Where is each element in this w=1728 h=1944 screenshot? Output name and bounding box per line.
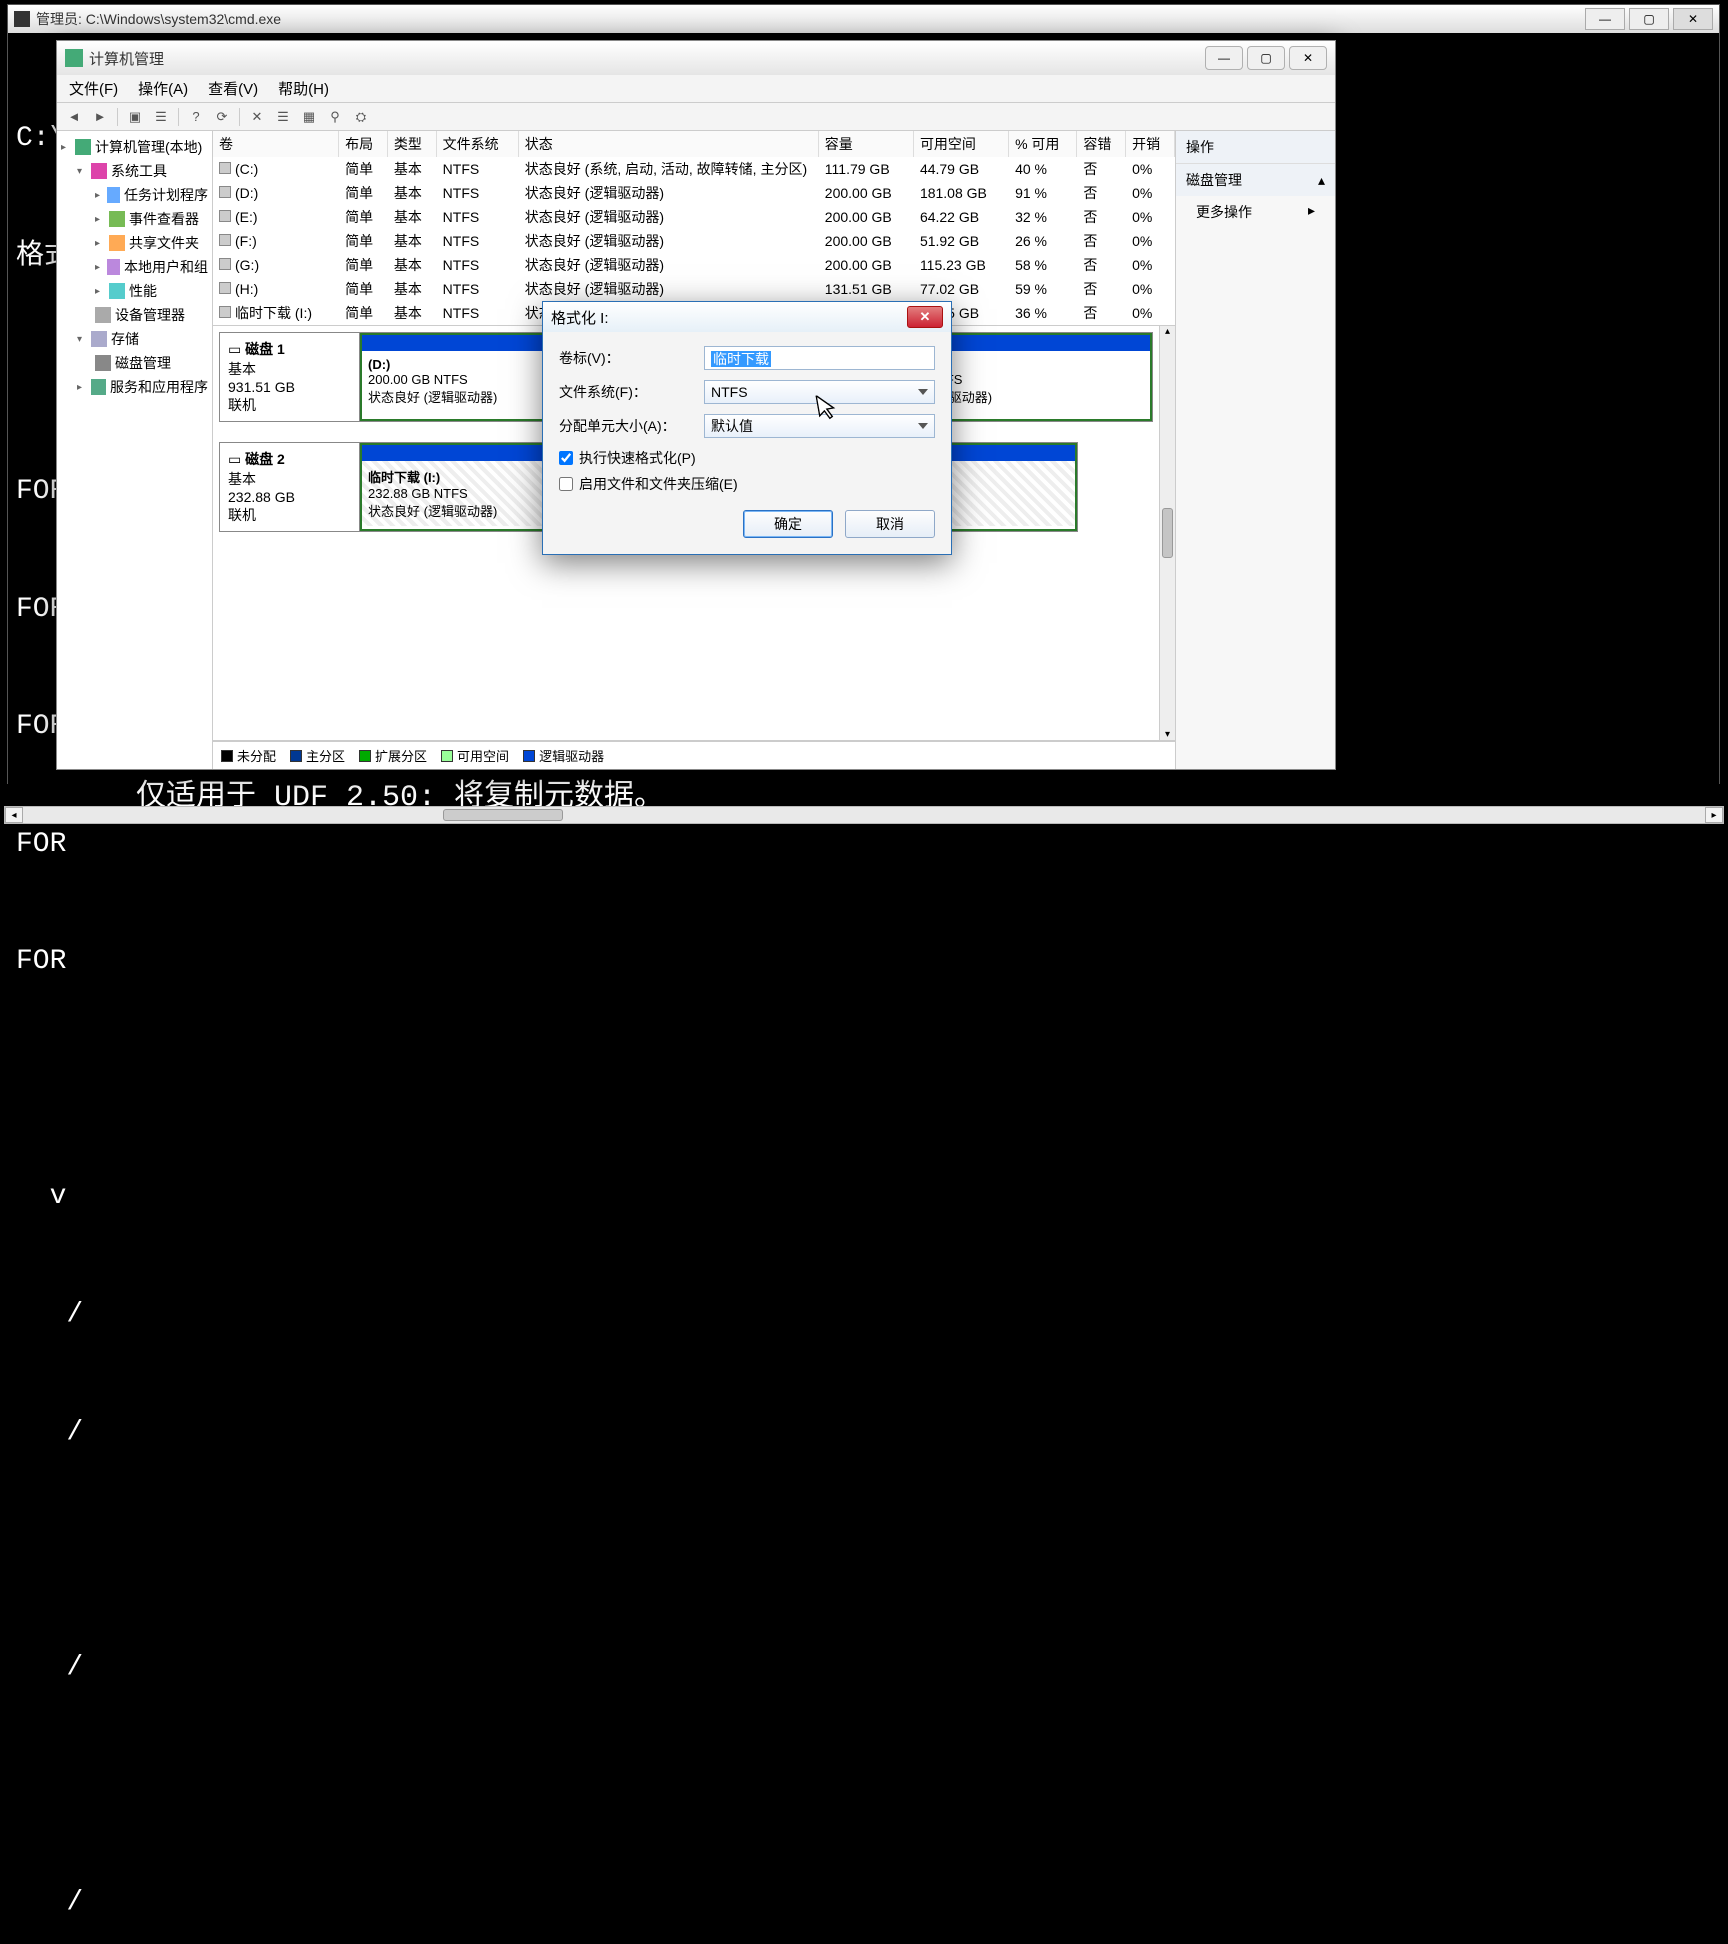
cmd-titlebar: 管理员: C:\Windows\system32\cmd.exe — ▢ ✕ [8, 5, 1719, 33]
settings-icon[interactable]: ⛭ [350, 106, 372, 128]
tree-storage[interactable]: ▾存储 [57, 327, 212, 351]
chevron-down-icon [918, 423, 928, 429]
tree-local-users[interactable]: ▸本地用户和组 [57, 255, 212, 279]
col-fault[interactable]: 容错 [1077, 131, 1126, 157]
diskpane-scrollbar[interactable]: ▴ ▾ [1159, 326, 1175, 740]
back-icon[interactable]: ◄ [63, 106, 85, 128]
menu-view[interactable]: 查看(V) [204, 76, 262, 101]
mgmt-close-button[interactable]: ✕ [1289, 46, 1327, 70]
close-button[interactable]: ✕ [1673, 8, 1713, 30]
toolbar: ◄ ► ▣ ☰ ? ⟳ ✕ ☰ ▦ ⚲ ⛭ [57, 103, 1335, 131]
mgmt-minimize-button[interactable]: — [1205, 46, 1243, 70]
outer-horizontal-scrollbar[interactable]: ◂ ▸ [4, 806, 1724, 824]
col-capacity[interactable]: 容量 [818, 131, 913, 157]
find-icon[interactable]: ⚲ [324, 106, 346, 128]
tree-device-manager[interactable]: 设备管理器 [57, 303, 212, 327]
table-row[interactable]: (D:)简单基本NTFS状态良好 (逻辑驱动器)200.00 GB181.08 … [213, 181, 1175, 205]
chevron-down-icon [918, 389, 928, 395]
disk2-label: ▭ 磁盘 2 基本 232.88 GB 联机 [220, 443, 360, 531]
maximize-button[interactable]: ▢ [1629, 8, 1669, 30]
filesystem-select[interactable]: NTFS [704, 380, 935, 404]
delete-icon[interactable]: ✕ [246, 106, 268, 128]
legend: 未分配 主分区 扩展分区 可用空间 逻辑驱动器 [213, 741, 1175, 769]
label-volume: 卷标(V)： [559, 348, 704, 368]
mgmt-title: 计算机管理 [89, 48, 1201, 69]
mgmt-app-icon [65, 49, 83, 67]
menubar: 文件(F) 操作(A) 查看(V) 帮助(H) [57, 75, 1335, 103]
col-fs[interactable]: 文件系统 [436, 131, 518, 157]
col-volume[interactable]: 卷 [213, 131, 339, 157]
compression-checkbox[interactable]: 启用文件和文件夹压缩(E) [559, 474, 935, 494]
dialog-close-button[interactable]: ✕ [907, 306, 943, 328]
col-layout[interactable]: 布局 [339, 131, 388, 157]
view-icon[interactable]: ▦ [298, 106, 320, 128]
properties-icon[interactable]: ☰ [150, 106, 172, 128]
forward-icon[interactable]: ► [89, 106, 111, 128]
table-row[interactable]: (F:)简单基本NTFS状态良好 (逻辑驱动器)200.00 GB51.92 G… [213, 229, 1175, 253]
chevron-right-icon: ▸ [1308, 202, 1315, 222]
menu-help[interactable]: 帮助(H) [274, 76, 333, 101]
cmd-title: 管理员: C:\Windows\system32\cmd.exe [36, 9, 1581, 29]
collapse-icon: ▴ [1318, 172, 1325, 189]
dialog-titlebar[interactable]: 格式化 I: ✕ [543, 302, 951, 332]
refresh-icon[interactable]: ⟳ [211, 106, 233, 128]
cmd-icon [14, 11, 30, 27]
actions-more[interactable]: 更多操作▸ [1176, 196, 1335, 228]
scroll-thumb[interactable] [443, 809, 563, 821]
quick-format-input[interactable] [559, 451, 573, 465]
tree-disk-management[interactable]: 磁盘管理 [57, 351, 212, 375]
label-allocation: 分配单元大小(A)： [559, 416, 704, 436]
up-icon[interactable]: ▣ [124, 106, 146, 128]
tree-performance[interactable]: ▸性能 [57, 279, 212, 303]
col-status[interactable]: 状态 [518, 131, 818, 157]
help-icon[interactable]: ? [185, 106, 207, 128]
mgmt-titlebar[interactable]: 计算机管理 — ▢ ✕ [57, 41, 1335, 75]
minimize-button[interactable]: — [1585, 8, 1625, 30]
col-overhead[interactable]: 开销 [1126, 131, 1175, 157]
col-pct-free[interactable]: % 可用 [1009, 131, 1077, 157]
volume-label-input[interactable]: 临时下载 [704, 346, 935, 370]
disk1-label: ▭ 磁盘 1 基本 931.51 GB 联机 [220, 333, 360, 421]
label-filesystem: 文件系统(F)： [559, 382, 704, 402]
allocation-select[interactable]: 默认值 [704, 414, 935, 438]
tree-system-tools[interactable]: ▾系统工具 [57, 159, 212, 183]
scroll-right-icon[interactable]: ▸ [1705, 807, 1723, 823]
scroll-left-icon[interactable]: ◂ [5, 807, 23, 823]
menu-action[interactable]: 操作(A) [134, 76, 192, 101]
table-row[interactable]: (E:)简单基本NTFS状态良好 (逻辑驱动器)200.00 GB64.22 G… [213, 205, 1175, 229]
tree-event-viewer[interactable]: ▸事件查看器 [57, 207, 212, 231]
mgmt-maximize-button[interactable]: ▢ [1247, 46, 1285, 70]
volume-table[interactable]: 卷 布局 类型 文件系统 状态 容量 可用空间 % 可用 容错 开销 (C:)简… [213, 131, 1175, 326]
action-icon[interactable]: ☰ [272, 106, 294, 128]
format-dialog: 格式化 I: ✕ 卷标(V)： 临时下载 文件系统(F)： NTFS 分配单元大… [542, 301, 952, 555]
tree-shared-folders[interactable]: ▸共享文件夹 [57, 231, 212, 255]
actions-header: 操作 [1176, 131, 1335, 164]
col-free[interactable]: 可用空间 [913, 131, 1008, 157]
quick-format-checkbox[interactable]: 执行快速格式化(P) [559, 448, 935, 468]
table-row[interactable]: (G:)简单基本NTFS状态良好 (逻辑驱动器)200.00 GB115.23 … [213, 253, 1175, 277]
actions-disk-mgmt[interactable]: 磁盘管理▴ [1176, 164, 1335, 196]
table-row[interactable]: (C:)简单基本NTFS状态良好 (系统, 启动, 活动, 故障转储, 主分区)… [213, 157, 1175, 181]
tree-task-scheduler[interactable]: ▸任务计划程序 [57, 183, 212, 207]
dialog-title: 格式化 I: [551, 307, 907, 328]
ok-button[interactable]: 确定 [743, 510, 833, 538]
tree-root[interactable]: ▸计算机管理(本地) [57, 135, 212, 159]
cancel-button[interactable]: 取消 [845, 510, 935, 538]
col-type[interactable]: 类型 [387, 131, 436, 157]
tree-services[interactable]: ▸服务和应用程序 [57, 375, 212, 399]
navigation-tree[interactable]: ▸计算机管理(本地) ▾系统工具 ▸任务计划程序 ▸事件查看器 ▸共享文件夹 ▸… [57, 131, 213, 769]
menu-file[interactable]: 文件(F) [65, 76, 122, 101]
table-row[interactable]: (H:)简单基本NTFS状态良好 (逻辑驱动器)131.51 GB77.02 G… [213, 277, 1175, 301]
actions-pane: 操作 磁盘管理▴ 更多操作▸ [1175, 131, 1335, 769]
compression-input[interactable] [559, 477, 573, 491]
